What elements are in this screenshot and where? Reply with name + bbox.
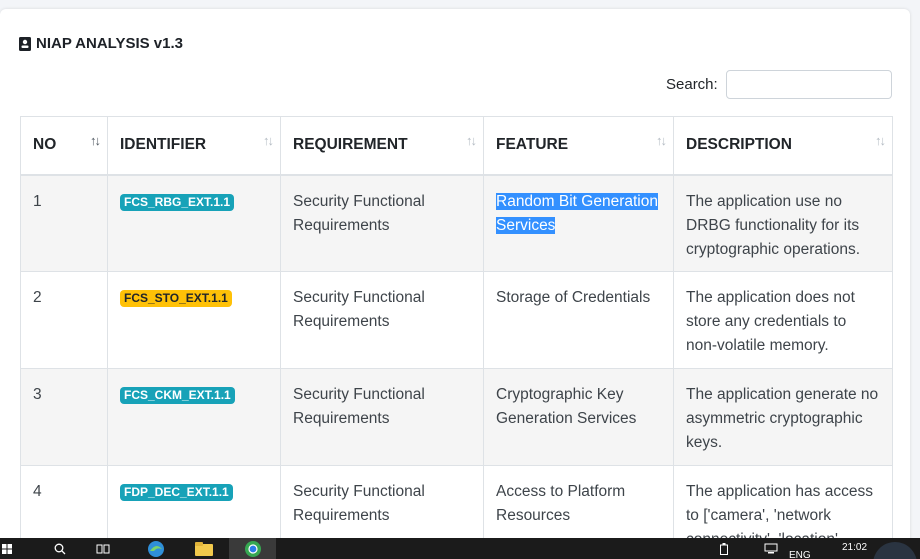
column-header-feature[interactable]: FEATURE ↑↓ (483, 116, 674, 176)
column-header-label: IDENTIFIER (120, 136, 207, 154)
sort-icon: ↑↓ (466, 133, 477, 148)
table-row: 3 FCS_CKM_EXT.1.1 Security Functional Re… (20, 368, 893, 466)
column-header-label: REQUIREMENT (293, 136, 408, 154)
column-header-label: NO (33, 136, 57, 154)
column-header-label: FEATURE (496, 136, 569, 154)
cell-feature: Cryptographic Key Generation Services (483, 368, 674, 466)
task-view-icon[interactable] (93, 538, 113, 559)
notification-bubble[interactable] (873, 542, 917, 559)
cell-identifier: FCS_STO_EXT.1.1 (107, 271, 281, 369)
cell-feature: Access to Platform Resources (483, 465, 674, 549)
cell-feature: Storage of Credentials (483, 271, 674, 369)
file-explorer-icon[interactable] (190, 538, 218, 559)
clock-time[interactable]: 21:02 (842, 542, 867, 553)
identifier-badge: FCS_CKM_EXT.1.1 (120, 387, 235, 404)
search-input[interactable] (725, 70, 892, 99)
cell-requirement: Security Functional Requirements (280, 368, 484, 466)
battery-icon (716, 538, 732, 559)
cell-description: The application use no DRBG functionalit… (673, 174, 893, 272)
sort-icon: ↑↓ (875, 133, 886, 148)
column-header-no[interactable]: NO ↑↓ (20, 116, 108, 176)
cell-requirement: Security Functional Requirements (280, 174, 484, 272)
table-row: 4 FDP_DEC_EXT.1.1 Security Functional Re… (20, 465, 893, 549)
windows-start-icon[interactable] (0, 538, 14, 559)
network-icon[interactable] (762, 538, 780, 559)
cell-description: The application does not store any crede… (673, 271, 893, 369)
sort-icon: ↑↓ (90, 133, 101, 148)
cell-no: 3 (20, 368, 108, 466)
cell-description: The application has access to ['camera',… (673, 465, 893, 549)
cell-feature: Random Bit Generation Services (483, 174, 674, 272)
edge-browser-icon[interactable] (142, 538, 170, 559)
table-row: 1 FCS_RBG_EXT.1.1 Security Functional Re… (20, 174, 893, 272)
sort-icon: ↑↓ (263, 133, 274, 148)
cell-description: The application generate no asymmetric c… (673, 368, 893, 466)
column-header-identifier[interactable]: IDENTIFIER ↑↓ (107, 116, 281, 176)
table-header-row: NO ↑↓ IDENTIFIER ↑↓ REQUIREMENT ↑↓ FEATU… (20, 116, 893, 176)
sort-icon: ↑↓ (656, 133, 667, 148)
identifier-badge: FCS_RBG_EXT.1.1 (120, 193, 235, 211)
search-icon[interactable] (50, 538, 70, 559)
analysis-card: NIAP ANALYSIS v1.3 Search: NO ↑↓ IDENTIF… (0, 9, 910, 549)
column-header-label: DESCRIPTION (686, 136, 792, 154)
chrome-browser-icon[interactable] (229, 538, 276, 559)
search-label: Search: (666, 76, 718, 93)
page-title: NIAP ANALYSIS v1.3 (19, 35, 183, 52)
cell-no: 4 (20, 465, 108, 549)
column-header-description[interactable]: DESCRIPTION ↑↓ (673, 116, 893, 176)
identifier-badge: FCS_STO_EXT.1.1 (120, 290, 232, 307)
table-row: 2 FCS_STO_EXT.1.1 Security Functional Re… (20, 271, 893, 369)
cell-requirement: Security Functional Requirements (280, 465, 484, 549)
language-indicator[interactable]: ENG (789, 550, 811, 559)
cell-no: 2 (20, 271, 108, 369)
taskbar: ENG 21:02 (0, 538, 920, 559)
id-badge-icon (19, 36, 31, 51)
cell-identifier: FCS_CKM_EXT.1.1 (107, 368, 281, 466)
selected-text: Random Bit Generation Services (496, 192, 658, 234)
cell-no: 1 (20, 174, 108, 272)
page-title-text: NIAP ANALYSIS v1.3 (36, 35, 184, 52)
cell-requirement: Security Functional Requirements (280, 271, 484, 369)
cell-identifier: FDP_DEC_EXT.1.1 (107, 465, 281, 549)
column-header-requirement[interactable]: REQUIREMENT ↑↓ (280, 116, 484, 176)
search-bar: Search: (666, 70, 892, 99)
niap-table: NO ↑↓ IDENTIFIER ↑↓ REQUIREMENT ↑↓ FEATU… (20, 116, 893, 549)
cell-identifier: FCS_RBG_EXT.1.1 (107, 174, 281, 272)
identifier-badge: FDP_DEC_EXT.1.1 (120, 484, 233, 501)
